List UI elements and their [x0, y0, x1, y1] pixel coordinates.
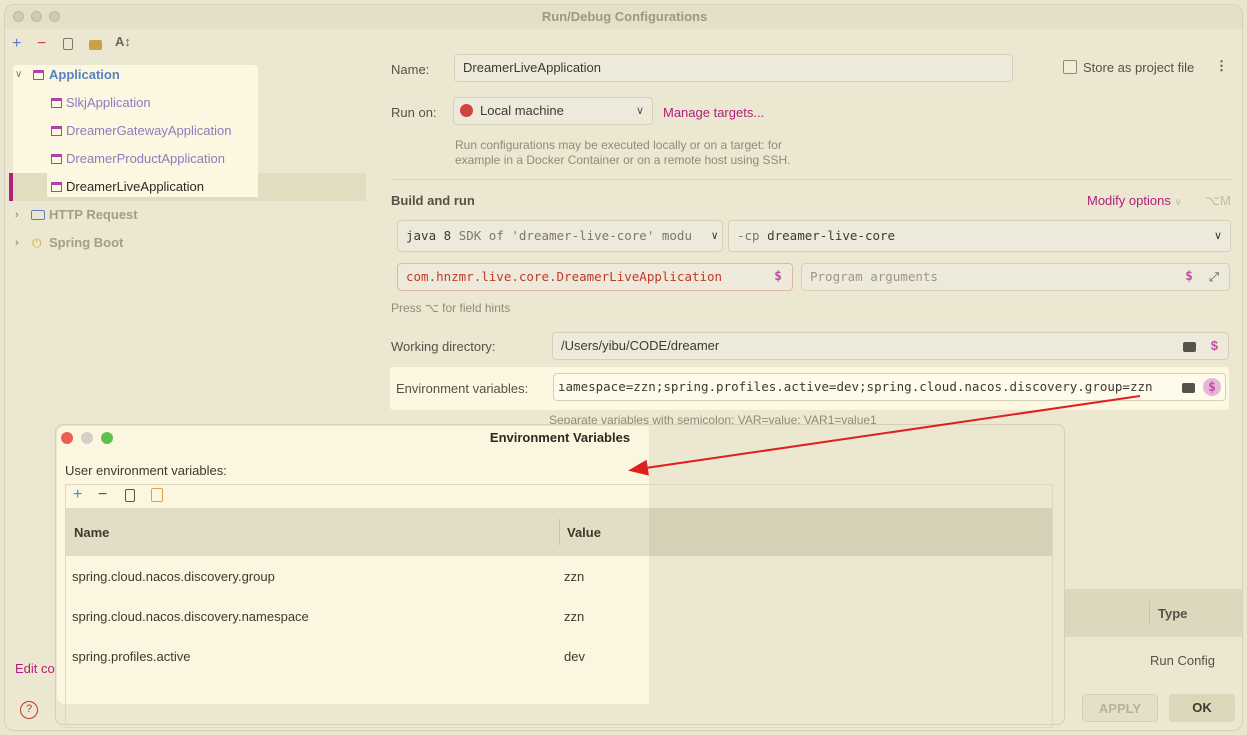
- annotation-arrow: [628, 395, 1141, 476]
